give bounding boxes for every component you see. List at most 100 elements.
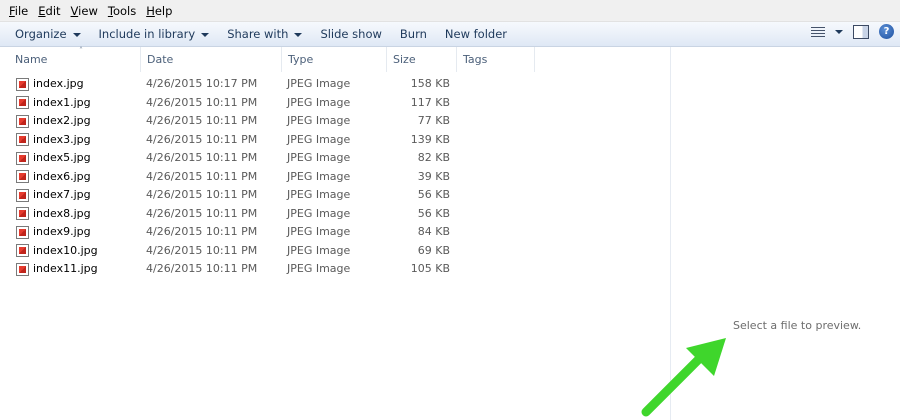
file-name-cell: index3.jpg <box>16 131 91 150</box>
jpeg-file-icon <box>16 114 29 128</box>
file-name: index7.jpg <box>33 188 91 201</box>
share-with-button[interactable]: Share with <box>218 24 311 45</box>
burn-label: Burn <box>399 27 427 41</box>
menu-label-rest: iew <box>78 3 98 18</box>
column-header-tags[interactable]: Tags <box>457 47 535 72</box>
file-row[interactable]: index1.jpg 4/26/2015 10:11 PM JPEG Image 11… <box>0 94 670 113</box>
menu-label-rest: ools <box>112 3 137 18</box>
file-name-cell: index11.jpg <box>16 260 98 279</box>
file-type: JPEG Image <box>287 262 351 275</box>
jpeg-file-icon <box>16 244 29 258</box>
file-name-cell: index1.jpg <box>16 94 91 113</box>
file-date: 4/26/2015 10:11 PM <box>146 114 258 127</box>
file-row[interactable]: index10.jpg 4/26/2015 10:11 PM JPEG Image 6… <box>0 242 670 261</box>
chevron-down-icon <box>201 32 210 37</box>
file-size: 82 KB <box>417 151 450 164</box>
file-date: 4/26/2015 10:11 PM <box>146 206 258 220</box>
file-row[interactable]: index6.jpg 4/26/2015 10:11 PM JPEG Image 39… <box>0 168 670 187</box>
share-with-label: Share with <box>227 27 289 41</box>
change-view-button[interactable] <box>811 26 843 37</box>
file-name: index3.jpg <box>33 132 91 146</box>
column-header-name[interactable]: Name ˄ <box>9 47 141 72</box>
file-name: index1.jpg <box>33 95 91 109</box>
new-folder-button[interactable]: New folder <box>436 24 516 45</box>
slide-show-label: Slide show <box>320 27 382 41</box>
file-name: index10.jpg <box>33 243 98 257</box>
file-name-cell: index6.jpg <box>16 168 91 187</box>
file-type: JPEG Image <box>287 95 351 109</box>
file-row[interactable]: index2.jpg 4/26/2015 10:11 PM JPEG Image 77… <box>0 112 670 131</box>
help-icon[interactable]: ? <box>879 24 894 39</box>
jpeg-file-icon <box>16 188 29 202</box>
file-size: 84 KB <box>417 225 450 238</box>
file-date: 4/26/2015 10:11 PM <box>146 262 258 275</box>
file-name: index5.jpg <box>33 151 91 164</box>
file-name-cell: index10.jpg <box>16 242 98 261</box>
file-name: index2.jpg <box>33 114 91 127</box>
file-type: JPEG Image <box>287 114 351 127</box>
column-header-type-label: Type <box>288 53 314 66</box>
slide-show-button[interactable]: Slide show <box>311 24 390 45</box>
burn-button[interactable]: Burn <box>391 24 436 45</box>
file-size: 105 KB <box>410 262 450 275</box>
column-header-size[interactable]: Size <box>387 47 457 72</box>
jpeg-file-icon <box>16 262 29 276</box>
chevron-down-icon <box>72 32 81 37</box>
file-type: JPEG Image <box>287 188 351 201</box>
jpeg-file-icon <box>16 77 29 91</box>
column-header-type[interactable]: Type <box>282 47 387 72</box>
chevron-down-icon <box>835 29 843 34</box>
file-row[interactable]: index8.jpg 4/26/2015 10:11 PM JPEG Image 56… <box>0 205 670 224</box>
menu-item-view[interactable]: View <box>66 4 103 18</box>
file-row[interactable]: index.jpg 4/26/2015 10:17 PM JPEG Image 158… <box>0 75 670 94</box>
command-toolbar: Organize Include in library Share with S… <box>0 22 900 47</box>
column-header-date[interactable]: Date <box>141 47 282 72</box>
file-type: JPEG Image <box>287 225 351 238</box>
menu-bar: File Edit View Tools Help <box>0 0 900 22</box>
include-in-library-button[interactable]: Include in library <box>90 24 219 45</box>
file-name: index.jpg <box>33 77 84 90</box>
menu-item-file[interactable]: File <box>4 4 33 18</box>
file-name: index8.jpg <box>33 206 91 220</box>
menu-label-rest: dit <box>45 3 61 18</box>
file-date: 4/26/2015 10:11 PM <box>146 188 258 201</box>
file-date: 4/26/2015 10:11 PM <box>146 243 258 257</box>
file-row[interactable]: index7.jpg 4/26/2015 10:11 PM JPEG Image 56… <box>0 186 670 205</box>
file-date: 4/26/2015 10:11 PM <box>146 225 258 238</box>
file-date: 4/26/2015 10:11 PM <box>146 169 258 183</box>
file-size: 77 KB <box>417 114 450 127</box>
file-name-cell: index7.jpg <box>16 186 91 205</box>
file-row[interactable]: index11.jpg 4/26/2015 10:11 PM JPEG Image 1… <box>0 260 670 279</box>
file-name-cell: index5.jpg <box>16 149 91 168</box>
file-name-cell: index9.jpg <box>16 223 91 242</box>
jpeg-file-icon <box>16 170 29 184</box>
chevron-down-icon <box>294 32 303 37</box>
preview-pane-toggle-icon[interactable] <box>853 24 869 39</box>
menu-item-tools[interactable]: Tools <box>103 4 141 18</box>
file-type: JPEG Image <box>287 243 351 257</box>
file-row[interactable]: index9.jpg 4/26/2015 10:11 PM JPEG Image 84… <box>0 223 670 242</box>
menu-accelerator: E <box>38 3 46 18</box>
column-header-name-label: Name <box>15 53 48 66</box>
file-type: JPEG Image <box>287 77 351 90</box>
file-type: JPEG Image <box>287 151 351 164</box>
file-row[interactable]: index5.jpg 4/26/2015 10:11 PM JPEG Image 82… <box>0 149 670 168</box>
file-name: index11.jpg <box>33 262 98 275</box>
file-row[interactable]: index3.jpg 4/26/2015 10:11 PM JPEG Image 13… <box>0 131 670 150</box>
organize-button[interactable]: Organize <box>6 24 90 45</box>
file-rows: index.jpg 4/26/2015 10:17 PM JPEG Image 158… <box>0 75 670 279</box>
file-date: 4/26/2015 10:11 PM <box>146 132 258 146</box>
green-arrow-icon <box>641 338 726 417</box>
file-size: 69 KB <box>417 243 450 257</box>
menu-item-edit[interactable]: Edit <box>33 4 65 18</box>
file-type: JPEG Image <box>287 169 351 183</box>
menu-label-rest: elp <box>154 3 173 18</box>
jpeg-file-icon <box>16 151 29 165</box>
include-in-library-label: Include in library <box>98 27 196 41</box>
file-type: JPEG Image <box>287 206 351 220</box>
jpeg-file-icon <box>16 96 29 110</box>
file-name-cell: index.jpg <box>16 75 84 94</box>
menu-item-help[interactable]: Help <box>141 4 177 18</box>
column-header-size-label: Size <box>393 53 416 66</box>
file-date: 4/26/2015 10:17 PM <box>146 77 258 90</box>
